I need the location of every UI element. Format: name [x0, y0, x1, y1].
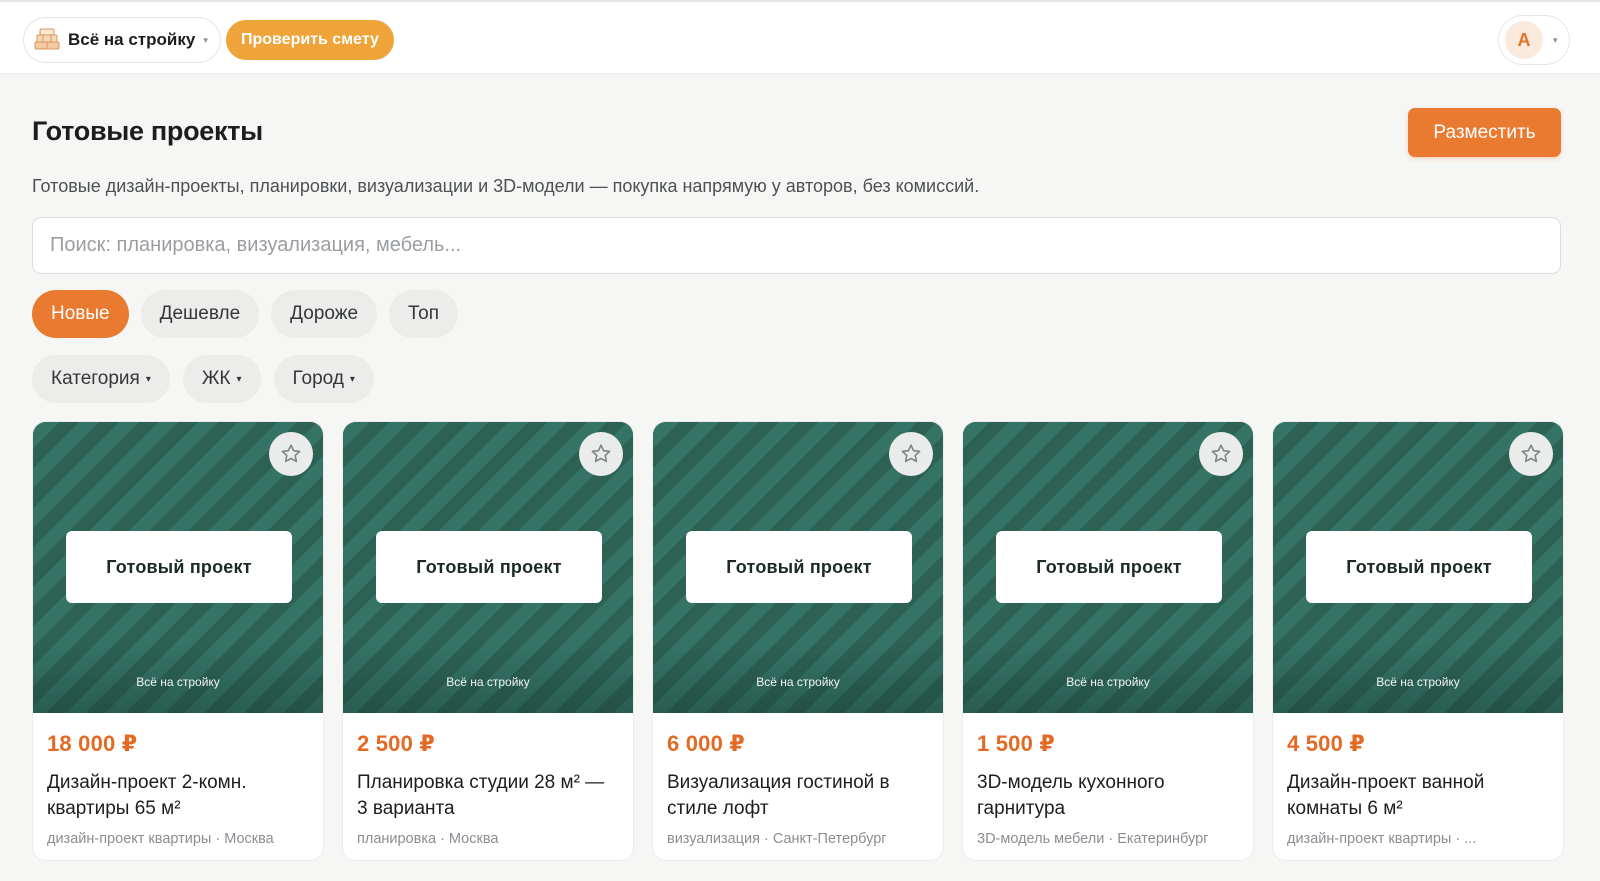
- favorite-button[interactable]: [1509, 432, 1553, 476]
- card-body: 18 000 ₽ Дизайн-проект 2-комн. квартиры …: [33, 713, 323, 847]
- project-thumbnail: Готовый проект Всё на стройку: [963, 422, 1253, 713]
- thumbnail-watermark: Всё на стройку: [446, 675, 530, 689]
- search-input[interactable]: [32, 217, 1561, 274]
- card-title[interactable]: Дизайн-проект ванной комнаты 6 м²: [1287, 770, 1549, 822]
- ready-project-badge: Готовый проект: [686, 531, 912, 603]
- card-meta: визуализация · Санкт-Петербург: [667, 831, 887, 847]
- favorite-button[interactable]: [269, 432, 313, 476]
- ready-project-badge: Готовый проект: [1306, 531, 1532, 603]
- avatar: А: [1505, 21, 1543, 59]
- project-card[interactable]: Готовый проект Всё на стройку 6 000 ₽ Ви…: [652, 421, 944, 861]
- card-meta: 3D-модель мебели · Екатеринбург: [977, 831, 1209, 847]
- sort-chip-cheaper[interactable]: Дешевле: [140, 290, 260, 338]
- card-price: 1 500 ₽: [977, 731, 1055, 756]
- ready-project-badge: Готовый проект: [996, 531, 1222, 603]
- filter-label: ЖК: [201, 368, 231, 389]
- card-body: 4 500 ₽ Дизайн-проект ванной комнаты 6 м…: [1273, 713, 1563, 847]
- star-outline-icon: [591, 444, 611, 463]
- sort-chip-top[interactable]: Топ: [389, 290, 459, 338]
- thumbnail-watermark: Всё на стройку: [756, 675, 840, 689]
- card-title[interactable]: Визуализация гостиной в стиле лофт: [667, 770, 929, 822]
- brand-name: Всё на стройку: [68, 30, 196, 49]
- project-card[interactable]: Готовый проект Всё на стройку 1 500 ₽ 3D…: [962, 421, 1254, 861]
- card-price: 4 500 ₽: [1287, 731, 1365, 756]
- brick-stack-icon: [34, 28, 60, 50]
- filter-label: Категория: [51, 368, 140, 389]
- top-bar: Всё на стройку ▾ Проверить смету А ▾: [0, 0, 1600, 74]
- star-outline-icon: [1211, 444, 1231, 463]
- favorite-button[interactable]: [579, 432, 623, 476]
- filter-complex-dropdown[interactable]: ЖК ▾: [182, 355, 261, 403]
- project-thumbnail: Готовый проект Всё на стройку: [343, 422, 633, 713]
- favorite-button[interactable]: [889, 432, 933, 476]
- sort-chip-pricier[interactable]: Дороже: [271, 290, 378, 338]
- project-thumbnail: Готовый проект Всё на стройку: [1273, 422, 1563, 713]
- user-menu[interactable]: А ▾: [1498, 15, 1570, 65]
- chevron-down-icon: ▾: [1553, 34, 1558, 45]
- card-body: 2 500 ₽ Планировка студии 28 м² — 3 вари…: [343, 713, 633, 847]
- project-card[interactable]: Готовый проект Всё на стройку 2 500 ₽ Пл…: [342, 421, 634, 861]
- card-title[interactable]: 3D-модель кухонного гарнитура: [977, 770, 1239, 822]
- filter-label: Город: [292, 368, 344, 389]
- sort-chips: Новые Дешевле Дороже Топ: [32, 290, 459, 338]
- star-outline-icon: [281, 444, 301, 463]
- brand-switcher[interactable]: Всё на стройку ▾: [23, 17, 221, 63]
- post-project-button[interactable]: Разместить: [1408, 108, 1561, 157]
- page-title: Готовые проекты: [32, 116, 263, 146]
- card-meta: дизайн-проект квартиры · Москва: [47, 831, 274, 847]
- card-body: 1 500 ₽ 3D-модель кухонного гарнитура 3D…: [963, 713, 1253, 847]
- card-price: 6 000 ₽: [667, 731, 745, 756]
- card-meta: планировка · Москва: [357, 831, 499, 847]
- project-card-grid: Готовый проект Всё на стройку 18 000 ₽ Д…: [32, 421, 1564, 861]
- ready-project-badge: Готовый проект: [376, 531, 602, 603]
- thumbnail-watermark: Всё на стройку: [136, 675, 220, 689]
- filter-category-dropdown[interactable]: Категория ▾: [32, 355, 170, 403]
- favorite-button[interactable]: [1199, 432, 1243, 476]
- chevron-down-icon: ▾: [349, 373, 355, 385]
- thumbnail-watermark: Всё на стройку: [1066, 675, 1150, 689]
- card-body: 6 000 ₽ Визуализация гостиной в стиле ло…: [653, 713, 943, 847]
- filter-dropdowns: Категория ▾ ЖК ▾ Город ▾: [32, 355, 374, 403]
- project-thumbnail: Готовый проект Всё на стройку: [33, 422, 323, 713]
- chevron-down-icon: ▾: [236, 373, 242, 385]
- page-subtitle: Готовые дизайн-проекты, планировки, визу…: [32, 176, 980, 196]
- ready-project-badge: Готовый проект: [66, 531, 292, 603]
- card-meta: дизайн-проект квартиры · ...: [1287, 831, 1477, 847]
- check-estimate-button[interactable]: Проверить смету: [226, 20, 394, 60]
- sort-chip-new[interactable]: Новые: [32, 290, 129, 338]
- card-price: 18 000 ₽: [47, 731, 138, 756]
- chevron-down-icon: ▾: [145, 373, 151, 385]
- card-title[interactable]: Планировка студии 28 м² — 3 варианта: [357, 770, 619, 822]
- card-price: 2 500 ₽: [357, 731, 435, 756]
- thumbnail-watermark: Всё на стройку: [1376, 675, 1460, 689]
- project-card[interactable]: Готовый проект Всё на стройку 4 500 ₽ Ди…: [1272, 421, 1564, 861]
- project-card[interactable]: Готовый проект Всё на стройку 18 000 ₽ Д…: [32, 421, 324, 861]
- star-outline-icon: [1521, 444, 1541, 463]
- star-outline-icon: [901, 444, 921, 463]
- chevron-down-icon: ▾: [203, 34, 208, 45]
- card-title[interactable]: Дизайн-проект 2-комн. квартиры 65 м²: [47, 770, 309, 822]
- filter-city-dropdown[interactable]: Город ▾: [273, 355, 374, 403]
- project-thumbnail: Готовый проект Всё на стройку: [653, 422, 943, 713]
